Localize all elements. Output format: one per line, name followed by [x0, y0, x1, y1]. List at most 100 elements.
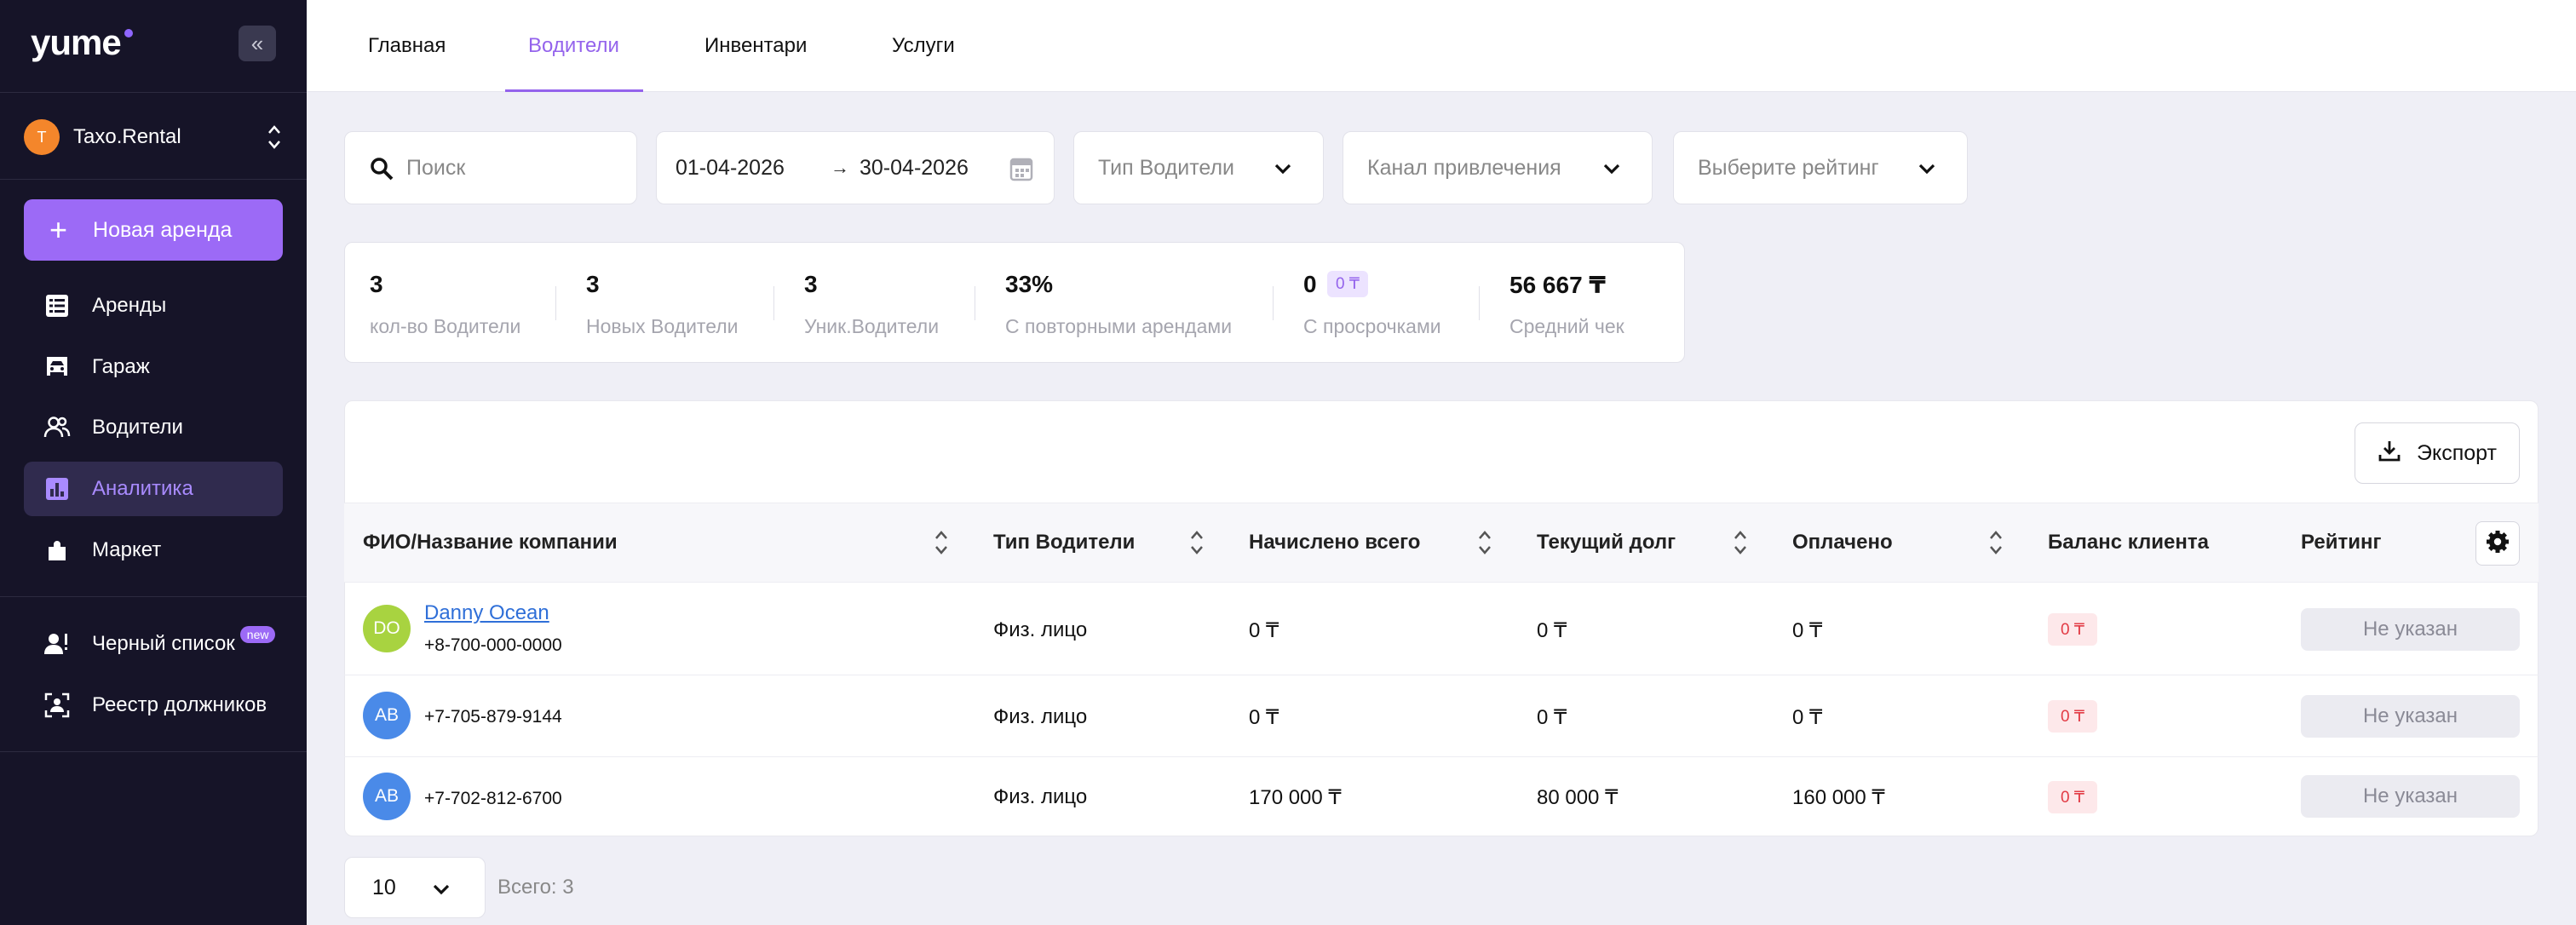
- download-icon: [2378, 439, 2417, 468]
- date-range-picker[interactable]: 01-04-2026 → 30-04-2026: [656, 131, 1055, 204]
- client-balance-badge: 0 ₸: [2048, 781, 2097, 813]
- search-icon: [369, 156, 394, 186]
- sidebar-item-analytics[interactable]: Аналитика: [24, 462, 283, 516]
- sidebar-item-label: Водители: [92, 416, 183, 439]
- plus-icon: +: [49, 212, 68, 247]
- export-button[interactable]: Экспорт: [2355, 422, 2520, 484]
- column-header-rating: Рейтинг: [2301, 531, 2382, 554]
- tab-drivers[interactable]: Водители: [528, 0, 619, 92]
- org-name: Taxo.Rental: [73, 125, 181, 148]
- tab-services[interactable]: Услуги: [892, 0, 955, 92]
- sort-icon[interactable]: [1189, 526, 1205, 559]
- active-tab-indicator: [505, 89, 643, 92]
- divider: [0, 92, 307, 93]
- sidebar-item-drivers[interactable]: Водители: [24, 400, 283, 455]
- collapse-sidebar-button[interactable]: «: [239, 26, 276, 61]
- calendar-icon[interactable]: [1009, 156, 1033, 186]
- logo[interactable]: yume: [31, 22, 133, 63]
- sidebar-item-label: Аренды: [92, 294, 167, 317]
- divider: [0, 751, 307, 752]
- chevron-down-icon: [1272, 158, 1294, 184]
- user-alert-icon: [43, 629, 72, 658]
- column-header-type[interactable]: Тип Водители: [993, 503, 1135, 583]
- sidebar-item-label: Реестр должников: [92, 693, 267, 716]
- driver-type-select[interactable]: Тип Водители: [1073, 131, 1324, 204]
- sort-icon[interactable]: [1477, 526, 1492, 559]
- driver-phone: +7-705-879-9144: [424, 707, 562, 727]
- driver-type: Физ. лицо: [993, 785, 1088, 808]
- avatar: DO: [363, 605, 411, 652]
- sidebar-item-label: Маркет: [92, 538, 162, 561]
- avatar: AB: [363, 773, 411, 820]
- chevron-down-icon: [1601, 158, 1623, 184]
- date-from[interactable]: 01-04-2026: [676, 132, 785, 204]
- paid-amount: 160 000 ₸: [1792, 786, 1885, 809]
- org-avatar: T: [24, 119, 60, 155]
- page-size-value: 10: [372, 875, 396, 899]
- tab-main[interactable]: Главная: [368, 0, 446, 92]
- org-switcher[interactable]: T Taxo.Rental: [24, 118, 283, 157]
- divider: [1273, 286, 1274, 320]
- stats-card: [344, 242, 1685, 363]
- column-header-debt[interactable]: Текущий долг: [1537, 503, 1676, 583]
- sort-icon[interactable]: [934, 526, 949, 559]
- sidebar-item-label: Гараж: [92, 355, 150, 378]
- column-header-paid[interactable]: Оплачено: [1792, 503, 1893, 583]
- channel-select[interactable]: Канал привлечения: [1343, 131, 1653, 204]
- column-header-balance: Баланс клиента: [2048, 531, 2209, 554]
- accrued-total: 170 000 ₸: [1249, 786, 1342, 809]
- sidebar-item-garage[interactable]: Гараж: [24, 340, 283, 394]
- chart-icon: [43, 474, 72, 503]
- page-size-select[interactable]: 10: [344, 857, 486, 918]
- stat-total-drivers-label: кол-во Водители: [370, 315, 521, 337]
- search-input[interactable]: Поиск: [344, 131, 637, 204]
- driver-type-placeholder: Тип Водители: [1098, 155, 1234, 180]
- client-balance-badge: 0 ₸: [2048, 613, 2097, 646]
- overdue-amount-badge: 0 ₸: [1327, 271, 1368, 297]
- tab-inventory[interactable]: Инвентари: [704, 0, 807, 92]
- sidebar-item-market[interactable]: Маркет: [24, 523, 283, 577]
- sort-icon[interactable]: [1988, 526, 2004, 559]
- puzzle-icon: [43, 536, 72, 565]
- column-header-accrued[interactable]: Начислено всего: [1249, 503, 1420, 583]
- stat-unique-drivers-label: Уник.Водители: [804, 315, 940, 337]
- divider: [555, 286, 556, 320]
- sidebar-item-blacklist[interactable]: Черный список new: [24, 617, 283, 671]
- current-debt: 0 ₸: [1537, 619, 1567, 642]
- car-icon: [43, 353, 72, 382]
- divider: [1479, 286, 1480, 320]
- stat-new-drivers-value: 3: [586, 271, 600, 297]
- channel-placeholder: Канал привлечения: [1367, 155, 1561, 180]
- stat-overdue-label: С просрочками: [1303, 315, 1441, 337]
- rating-select[interactable]: Выберите рейтинг: [1673, 131, 1968, 204]
- chevron-down-icon: [1916, 158, 1938, 184]
- logo-dot: [124, 29, 133, 37]
- drivers-table: [344, 400, 2539, 836]
- accrued-total: 0 ₸: [1249, 619, 1279, 642]
- table-settings-button[interactable]: [2475, 521, 2520, 566]
- driver-type: Физ. лицо: [993, 618, 1088, 641]
- paid-amount: 0 ₸: [1792, 706, 1823, 729]
- date-to[interactable]: 30-04-2026: [860, 132, 969, 204]
- scan-user-icon: [43, 691, 72, 720]
- stat-repeat-rentals-label: С повторными арендами: [1005, 315, 1233, 337]
- divider: [773, 286, 774, 320]
- rating-button[interactable]: Не указан: [2301, 608, 2520, 651]
- current-debt: 0 ₸: [1537, 706, 1567, 729]
- top-nav: [307, 0, 2576, 92]
- driver-name-link[interactable]: Danny Ocean: [424, 601, 549, 625]
- sidebar-item-rentals[interactable]: Аренды: [24, 279, 283, 333]
- sidebar-item-debtors[interactable]: Реестр должников: [24, 678, 283, 733]
- rating-button[interactable]: Не указан: [2301, 695, 2520, 738]
- sort-icon[interactable]: [1733, 526, 1748, 559]
- logo-text: yume: [31, 22, 122, 62]
- stat-repeat-rentals-value: 33%: [1005, 271, 1054, 297]
- rating-placeholder: Выберите рейтинг: [1698, 155, 1879, 180]
- driver-phone: +8-700-000-0000: [424, 635, 562, 655]
- stat-avg-check-label: Средний чек: [1509, 315, 1624, 337]
- stat-new-drivers-label: Новых Водители: [586, 315, 739, 337]
- driver-phone: +7-702-812-6700: [424, 789, 562, 808]
- rating-button[interactable]: Не указан: [2301, 775, 2520, 818]
- new-rent-button[interactable]: + Новая аренда: [24, 199, 283, 261]
- column-header-name[interactable]: ФИО/Название компании: [363, 503, 618, 583]
